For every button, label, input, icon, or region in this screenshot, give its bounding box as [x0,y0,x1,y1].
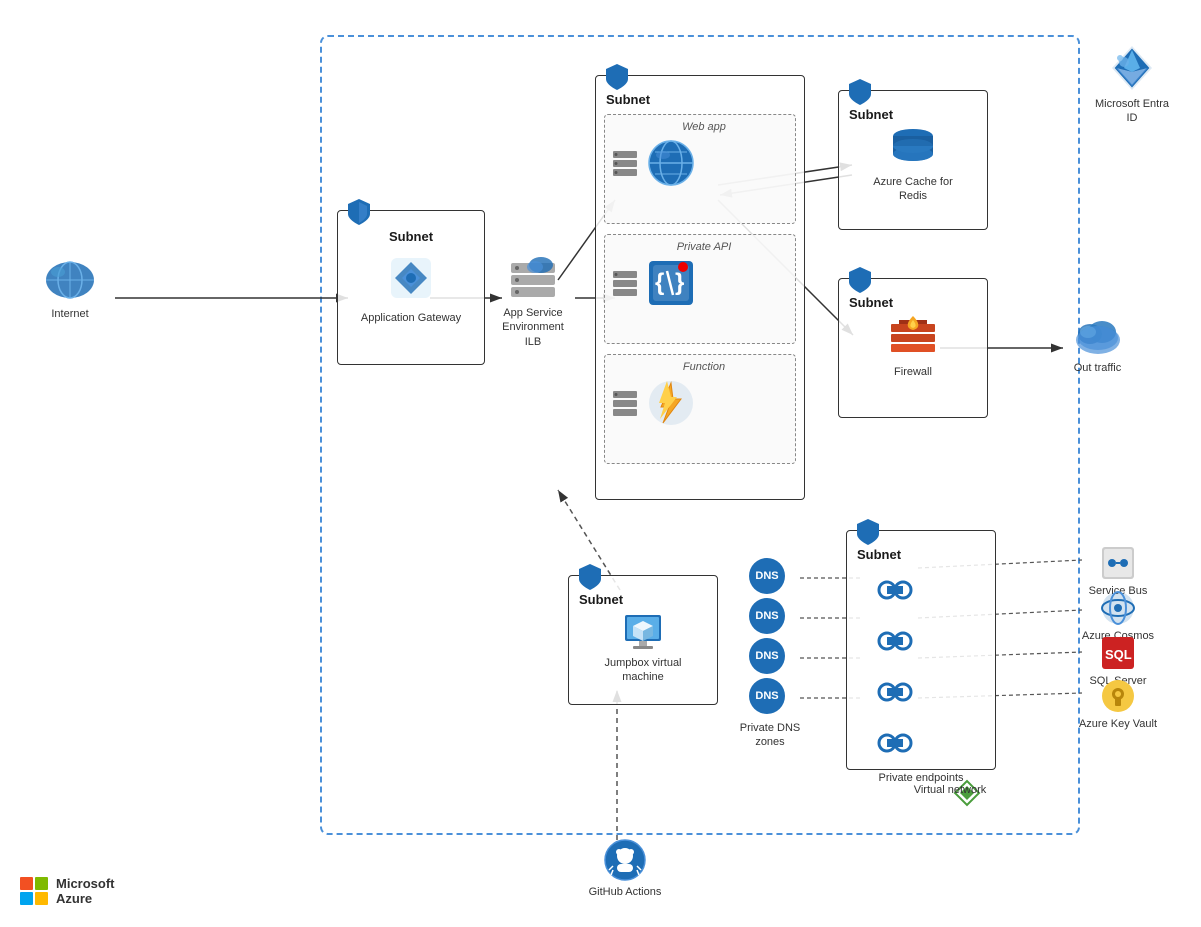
main-subnet-label: Subnet [606,92,796,107]
pe4 [877,727,995,764]
private-dns-zones-label: Private DNS zones [730,721,810,750]
dns1-node: DNS [742,558,792,594]
out-traffic-label: Out traffic [1074,361,1121,375]
function-inner-label: Function [605,355,795,373]
pe2 [877,625,995,662]
web-app-inner-label: Web app [605,115,795,133]
ms-azure-logo: MicrosoftAzure [20,876,115,907]
dns-zones-label-node: Private DNS zones [730,718,810,750]
jumpbox-label: Jumpbox virtual machine [603,656,683,685]
virtual-network-label-node: Virtual network [900,780,1000,797]
ms-squares-icon [20,877,48,905]
azure-cache-label: Azure Cache for Redis [873,175,953,204]
entra-id-label: Microsoft Entra ID [1092,97,1172,126]
svg-text:SQL: SQL [1105,647,1132,662]
github-actions-label: GitHub Actions [589,885,662,899]
architecture-diagram: Internet Subnet Application Gateway [0,0,1201,927]
subnet-app-gateway-box: Subnet Application Gateway [337,210,485,365]
private-api-inner-subnet: Private API { } [604,234,796,344]
key-vault-node: Azure Key Vault [1068,678,1168,731]
azure-cache-subnet-box: Subnet Azure Cache for Redis [838,90,988,230]
jumpbox-subnet-box: Subnet Jumpbox virtual machine [568,575,718,705]
firewall-subnet-box: Subnet Firewall [838,278,988,418]
dns4-node: DNS [742,678,792,714]
svg-text:{: { [655,269,664,296]
internet-node: Internet [30,258,110,321]
function-inner-subnet: Function [604,354,796,464]
pe1 [877,574,995,611]
out-traffic-node: Out traffic [1055,312,1140,375]
entra-id-node: Microsoft Entra ID [1082,42,1182,126]
dns2-node: DNS [742,598,792,634]
ms-azure-text: MicrosoftAzure [56,876,115,907]
firewall-label: Firewall [894,365,932,379]
virtual-network-label: Virtual network [914,783,987,797]
app-service-env-label: App Service Environment ILB [498,306,568,349]
app-service-env-node: App Service Environment ILB [498,255,568,349]
app-gateway-label: Application Gateway [361,312,461,324]
main-subnet-box: Subnet Web app [595,75,805,500]
key-vault-label: Azure Key Vault [1079,717,1157,731]
svg-text:}: } [675,269,684,296]
dns3-node: DNS [742,638,792,674]
private-api-inner-label: Private API [605,235,795,253]
internet-label: Internet [51,307,88,321]
github-actions-node: GitHub Actions [585,838,665,899]
pe3 [877,676,995,713]
web-app-inner-subnet: Web app [604,114,796,224]
private-ep-subnet-box: Subnet [846,530,996,770]
